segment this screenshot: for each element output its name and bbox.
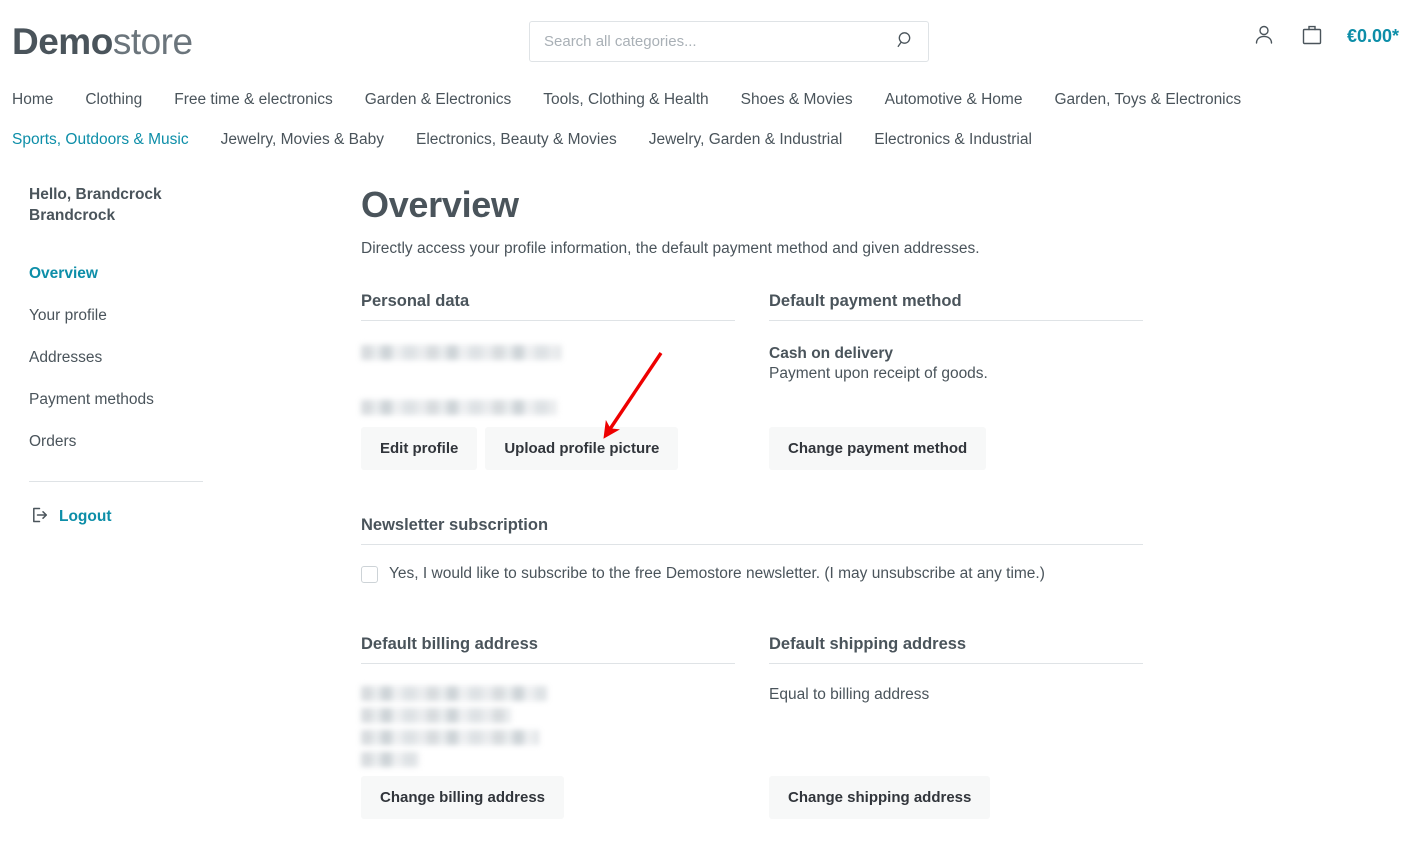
nav-item-jewelry-movies-baby[interactable]: Jewelry, Movies & Baby xyxy=(221,131,384,149)
sidebar-list-item: Addresses xyxy=(29,337,330,379)
billing-address-heading: Default billing address xyxy=(361,635,538,653)
logout-icon xyxy=(29,504,51,531)
search-input[interactable] xyxy=(542,32,896,51)
billing-address-redacted xyxy=(361,686,735,776)
search-button[interactable] xyxy=(896,30,916,53)
nav-item-garden-electronics[interactable]: Garden & Electronics xyxy=(365,91,511,109)
shipping-address-heading: Default shipping address xyxy=(769,635,967,653)
change-billing-address-button[interactable]: Change billing address xyxy=(361,776,565,819)
nav-row-secondary: Sports, Outdoors & Music Jewelry, Movies… xyxy=(10,118,1403,162)
edit-profile-button[interactable]: Edit profile xyxy=(361,427,478,470)
sidebar-list-item: Orders xyxy=(29,421,330,463)
change-payment-method-button[interactable]: Change payment method xyxy=(769,427,987,470)
cart-button[interactable] xyxy=(1299,22,1325,51)
newsletter-checkbox[interactable] xyxy=(361,565,378,583)
payment-method-actions: Change payment method xyxy=(769,427,1143,470)
nav-item-free-time-electronics[interactable]: Free time & electronics xyxy=(174,91,333,109)
account-overview-content: Overview Directly access your profile in… xyxy=(330,184,1413,819)
nav-row-primary: Home Clothing Free time & electronics Ga… xyxy=(10,82,1403,118)
sidebar-list-item: Payment methods xyxy=(29,379,330,421)
logo-bold-text: Demo xyxy=(12,20,113,62)
nav-item-sports-outdoors-music[interactable]: Sports, Outdoors & Music xyxy=(12,131,189,149)
sidebar-list-item: Your profile xyxy=(29,295,330,337)
page-subtitle: Directly access your profile information… xyxy=(361,240,980,257)
redacted-line xyxy=(361,730,539,745)
redacted-line xyxy=(361,752,419,767)
search-icon xyxy=(896,30,916,53)
account-page: Hello, Brandcrock Brandcrock Overview Yo… xyxy=(0,162,1413,819)
redacted-line xyxy=(361,400,557,415)
shipping-address-actions: Change shipping address xyxy=(769,776,1143,819)
default-payment-method-card: Default payment method Cash on delivery … xyxy=(769,292,1143,470)
user-icon xyxy=(1251,22,1277,51)
nav-item-automotive-home[interactable]: Automotive & Home xyxy=(885,91,1023,109)
sidebar-item-orders[interactable]: Orders xyxy=(29,421,330,463)
personal-data-card: Personal data Edit profile Upload profil… xyxy=(361,292,735,470)
site-header: Demostore Search all categories... €0.00… xyxy=(0,0,1413,82)
nav-item-clothing[interactable]: Clothing xyxy=(85,91,142,109)
billing-address-actions: Change billing address xyxy=(361,776,735,819)
sidebar-item-your-profile[interactable]: Your profile xyxy=(29,295,330,337)
section-divider xyxy=(361,663,735,664)
logout-button[interactable]: Logout xyxy=(29,504,330,531)
sidebar-item-payment-methods[interactable]: Payment methods xyxy=(29,379,330,421)
section-divider xyxy=(361,320,735,321)
payment-method-name: Cash on delivery xyxy=(769,345,894,362)
section-divider xyxy=(769,663,1143,664)
account-sidebar-nav: Overview Your profile Addresses Payment … xyxy=(29,253,330,463)
shopping-bag-icon xyxy=(1299,22,1325,51)
redacted-line xyxy=(361,345,561,360)
payment-method-details: Cash on delivery Payment upon receipt of… xyxy=(769,339,1143,427)
payment-method-description: Payment upon receipt of goods. xyxy=(769,365,988,382)
overview-row-profile: Personal data Edit profile Upload profil… xyxy=(361,292,1383,470)
nav-item-tools-clothing-health[interactable]: Tools, Clothing & Health xyxy=(543,91,708,109)
nav-item-shoes-movies[interactable]: Shoes & Movies xyxy=(741,91,853,109)
sidebar-item-overview[interactable]: Overview xyxy=(29,253,330,295)
newsletter-card: Newsletter subscription Yes, I would lik… xyxy=(361,516,1143,583)
search-container xyxy=(529,21,929,62)
page-title: Overview xyxy=(361,184,519,225)
site-logo[interactable]: Demostore xyxy=(12,23,193,60)
personal-data-heading: Personal data xyxy=(361,292,470,310)
section-divider xyxy=(769,320,1143,321)
logout-label: Logout xyxy=(59,508,112,526)
shipping-address-text: Equal to billing address xyxy=(769,686,930,703)
personal-data-actions: Edit profile Upload profile picture xyxy=(361,427,735,470)
nav-item-electronics-beauty-movies[interactable]: Electronics, Beauty & Movies xyxy=(416,131,617,149)
header-actions: €0.00* xyxy=(1251,22,1399,51)
shipping-address-details: Equal to billing address xyxy=(769,686,1143,776)
main-navigation: Home Clothing Free time & electronics Ga… xyxy=(0,82,1413,162)
redacted-line xyxy=(361,708,511,723)
default-shipping-address-card: Default shipping address Equal to billin… xyxy=(769,635,1143,819)
sidebar-item-addresses[interactable]: Addresses xyxy=(29,337,330,379)
redacted-line xyxy=(361,686,547,701)
logo-light-text: store xyxy=(112,20,193,62)
overview-row-addresses: Default billing address Change billing a… xyxy=(361,635,1383,819)
change-shipping-address-button[interactable]: Change shipping address xyxy=(769,776,991,819)
nav-item-jewelry-garden-industrial[interactable]: Jewelry, Garden & Industrial xyxy=(649,131,843,149)
account-button[interactable] xyxy=(1251,22,1277,51)
upload-profile-picture-button[interactable]: Upload profile picture xyxy=(485,427,679,470)
cart-total-label[interactable]: €0.00* xyxy=(1347,26,1399,47)
nav-item-garden-toys-electronics[interactable]: Garden, Toys & Electronics xyxy=(1054,91,1241,109)
newsletter-heading: Newsletter subscription xyxy=(361,516,549,534)
nav-item-electronics-industrial[interactable]: Electronics & Industrial xyxy=(874,131,1032,149)
sidebar-list-item: Overview xyxy=(29,253,330,295)
personal-data-redacted xyxy=(361,339,735,427)
section-divider xyxy=(361,544,1143,545)
default-billing-address-card: Default billing address Change billing a… xyxy=(361,635,735,819)
account-sidebar: Hello, Brandcrock Brandcrock Overview Yo… xyxy=(0,184,330,819)
user-greeting: Hello, Brandcrock Brandcrock xyxy=(29,186,162,225)
newsletter-label: Yes, I would like to subscribe to the fr… xyxy=(389,565,1045,582)
newsletter-subscription-row[interactable]: Yes, I would like to subscribe to the fr… xyxy=(361,565,1143,583)
search-box[interactable] xyxy=(529,21,929,62)
sidebar-divider xyxy=(29,480,203,482)
nav-item-home[interactable]: Home xyxy=(12,91,53,109)
payment-method-heading: Default payment method xyxy=(769,292,962,310)
